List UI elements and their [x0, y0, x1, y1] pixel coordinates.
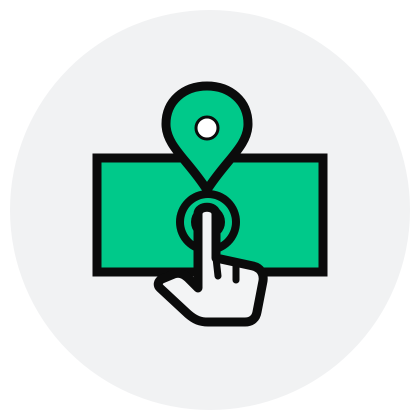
map-pin-tap-icon: [10, 10, 410, 410]
finger-crease-1: [212, 254, 222, 280]
icon-canvas: [0, 0, 420, 420]
pin-dot: [194, 115, 220, 141]
